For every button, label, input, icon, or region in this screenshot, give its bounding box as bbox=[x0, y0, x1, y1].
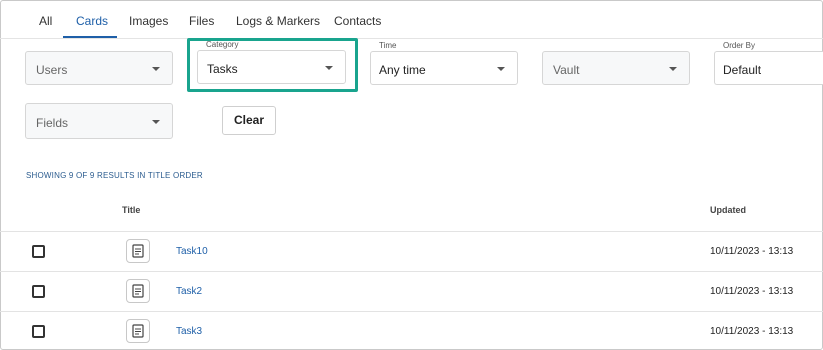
row-divider bbox=[0, 311, 823, 312]
chevron-down-icon bbox=[325, 66, 333, 70]
tab-logs-markers[interactable]: Logs & Markers bbox=[236, 14, 320, 28]
row-checkbox[interactable] bbox=[32, 325, 45, 338]
column-header-title[interactable]: Title bbox=[122, 205, 140, 215]
tab-bar: All Cards Images Files Logs & Markers Co… bbox=[0, 0, 823, 39]
tab-cards[interactable]: Cards bbox=[76, 14, 108, 28]
row-title-link[interactable]: Task2 bbox=[176, 286, 202, 297]
row-title-link[interactable]: Task10 bbox=[176, 246, 208, 257]
order-by-label: Order By bbox=[723, 41, 756, 50]
results-summary: SHOWING 9 OF 9 RESULTS IN TITLE ORDER bbox=[26, 171, 203, 180]
users-select[interactable]: Users bbox=[25, 51, 173, 85]
document-icon bbox=[126, 239, 150, 263]
chevron-down-icon bbox=[152, 67, 160, 71]
users-select-value: Users bbox=[36, 63, 68, 77]
order-by-select-value: Default bbox=[723, 63, 762, 77]
time-label: Time bbox=[379, 41, 397, 50]
active-tab-indicator bbox=[63, 36, 117, 38]
chevron-down-icon bbox=[152, 120, 160, 124]
row-divider bbox=[0, 271, 823, 272]
category-label: Category bbox=[206, 40, 239, 49]
column-header-updated[interactable]: Updated bbox=[710, 205, 746, 215]
order-by-select[interactable]: Order By Default bbox=[714, 41, 823, 85]
category-select[interactable]: Category Tasks bbox=[197, 40, 346, 84]
row-checkbox[interactable] bbox=[32, 245, 45, 258]
time-select[interactable]: Time Any time bbox=[370, 41, 518, 85]
category-select-value: Tasks bbox=[207, 62, 238, 76]
chevron-down-icon bbox=[497, 67, 505, 71]
tab-files[interactable]: Files bbox=[189, 14, 214, 28]
row-updated: 10/11/2023 - 13:13 bbox=[710, 286, 794, 297]
document-icon bbox=[126, 319, 150, 343]
row-updated: 10/11/2023 - 13:13 bbox=[710, 326, 794, 337]
row-updated: 10/11/2023 - 13:13 bbox=[710, 246, 794, 257]
document-icon bbox=[126, 279, 150, 303]
vault-select[interactable]: Vault bbox=[542, 51, 690, 85]
time-select-value: Any time bbox=[379, 63, 426, 77]
row-title-link[interactable]: Task3 bbox=[176, 326, 202, 337]
tab-contacts[interactable]: Contacts bbox=[334, 14, 381, 28]
header-divider bbox=[0, 231, 823, 232]
fields-select[interactable]: Fields bbox=[25, 103, 173, 139]
clear-button[interactable]: Clear bbox=[222, 106, 276, 135]
fields-select-value: Fields bbox=[36, 116, 69, 130]
chevron-down-icon bbox=[669, 67, 677, 71]
row-checkbox[interactable] bbox=[32, 285, 45, 298]
tab-all[interactable]: All bbox=[39, 14, 52, 28]
vault-select-value: Vault bbox=[553, 63, 580, 77]
tab-images[interactable]: Images bbox=[129, 14, 168, 28]
